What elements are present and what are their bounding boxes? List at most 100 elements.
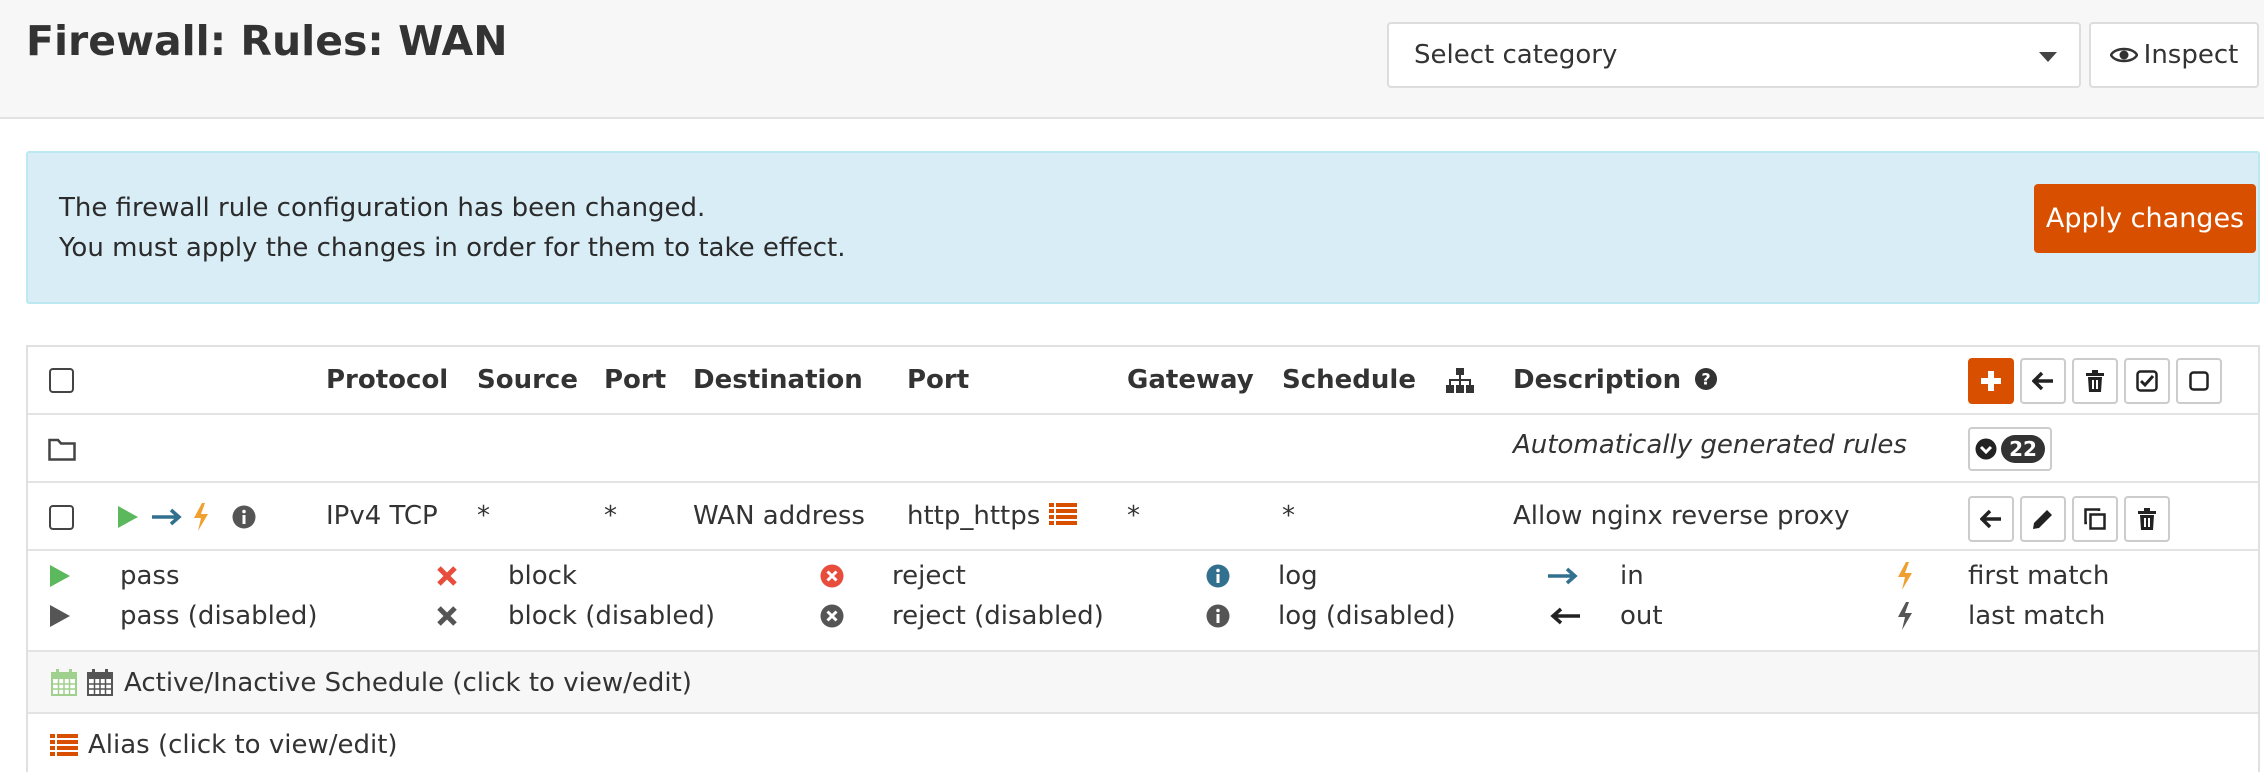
pencil-icon: [2033, 510, 2052, 529]
expand-auto-rules-button[interactable]: 22: [1968, 427, 2052, 471]
trash-icon: [2086, 370, 2104, 392]
changes-alert: The firewall rule configuration has been…: [26, 151, 2260, 304]
pass-disabled-icon: [50, 605, 70, 627]
folder-icon: [48, 438, 76, 461]
legend: pass pass (disabled) block block (disabl…: [28, 551, 2258, 652]
move-selected-button[interactable]: [2020, 358, 2066, 404]
check-square-icon: [2136, 370, 2158, 392]
arrow-left-icon: [2032, 371, 2053, 391]
col-schedule[interactable]: Schedule: [1282, 365, 1416, 395]
page-header: Firewall: Rules: WAN Select category Ins…: [0, 0, 2264, 119]
page-title: Firewall: Rules: WAN: [26, 17, 508, 65]
rule-protocol: IPv4 TCP: [326, 501, 438, 531]
legend-pass-disabled: pass (disabled): [48, 601, 318, 631]
sitemap-icon: [1446, 368, 1474, 393]
col-source-port[interactable]: Port: [604, 365, 666, 395]
rules-table: Protocol Source Port Destination Port Ga…: [26, 345, 2260, 772]
alert-message: The firewall rule configuration has been…: [59, 188, 846, 268]
log-disabled-icon: [1206, 604, 1230, 628]
legend-pass: pass: [48, 561, 180, 591]
legend-block-disabled: block (disabled): [436, 601, 715, 631]
col-description[interactable]: Description ?: [1513, 365, 1718, 395]
arrow-left-icon: [1980, 509, 2001, 529]
delete-rule-button[interactable]: [2124, 496, 2170, 542]
rule-gateway: *: [1127, 501, 1140, 531]
alert-line-2: You must apply the changes in order for …: [59, 233, 846, 263]
enable-selected-button[interactable]: [2124, 358, 2170, 404]
category-select[interactable]: Select category: [1387, 22, 2081, 88]
clone-rule-button[interactable]: [2072, 496, 2118, 542]
rule-checkbox[interactable]: [49, 505, 74, 530]
alias-list-icon: [50, 734, 78, 756]
col-source[interactable]: Source: [477, 365, 578, 395]
delete-selected-button[interactable]: [2072, 358, 2118, 404]
legend-first-match: first match: [1896, 561, 2109, 591]
legend-schedule: Active/Inactive Schedule (click to view/…: [50, 668, 692, 698]
legend-in: in: [1548, 561, 1644, 591]
inspect-label: Inspect: [2143, 40, 2239, 70]
add-rule-button[interactable]: [1968, 358, 2014, 404]
legend-alias-row: Alias (click to view/edit): [28, 714, 2258, 772]
block-icon: [437, 566, 457, 586]
auto-rules-count-badge: 22: [2001, 435, 2045, 463]
legend-reject: reject: [820, 561, 966, 591]
log-icon: [1206, 564, 1230, 588]
legend-log: log: [1206, 561, 1318, 591]
alias-list-icon[interactable]: [1048, 502, 1077, 526]
category-select-value: Select category: [1414, 40, 1618, 70]
reject-icon: [820, 564, 844, 588]
pass-icon: [50, 565, 70, 587]
last-match-icon: [1898, 602, 1912, 630]
first-match-icon: [194, 503, 208, 531]
move-rule-button[interactable]: [1968, 496, 2014, 542]
rule-source: *: [477, 501, 490, 531]
inspect-button[interactable]: Inspect: [2089, 22, 2259, 88]
col-dest-port[interactable]: Port: [907, 365, 969, 395]
legend-alias: Alias (click to view/edit): [50, 730, 398, 760]
edit-rule-button[interactable]: [2020, 496, 2066, 542]
eye-icon: [2109, 47, 2138, 63]
first-match-icon: [1898, 562, 1912, 590]
auto-rules-description: Automatically generated rules: [1513, 430, 1907, 460]
block-disabled-icon: [437, 606, 457, 626]
rule-dest-port-value: http_https: [907, 501, 1041, 531]
disable-selected-button[interactable]: [2176, 358, 2222, 404]
direction-in-icon: [1548, 567, 1578, 585]
pass-icon[interactable]: [116, 505, 140, 529]
col-destination[interactable]: Destination: [693, 365, 863, 395]
chevron-down-icon: [2039, 52, 2057, 62]
rule-schedule: *: [1282, 501, 1295, 531]
reject-disabled-icon: [820, 604, 844, 628]
info-icon[interactable]: [232, 505, 256, 529]
alert-line-1: The firewall rule configuration has been…: [59, 193, 706, 223]
select-all-checkbox[interactable]: [49, 368, 74, 393]
apply-changes-button[interactable]: Apply changes: [2034, 184, 2256, 253]
rule-destination: WAN address: [693, 501, 865, 531]
table-header-row: Protocol Source Port Destination Port Ga…: [28, 347, 2258, 415]
plus-icon: [1981, 371, 2001, 391]
trash-icon: [2138, 508, 2156, 530]
table-row: IPv4 TCP * * WAN address http_https * * …: [28, 483, 2258, 551]
legend-out: out: [1548, 601, 1663, 631]
rule-source-port: *: [604, 501, 617, 531]
col-description-label: Description: [1513, 365, 1682, 395]
legend-log-disabled: log (disabled): [1206, 601, 1456, 631]
chevron-circle-down-icon: [1975, 438, 1997, 460]
auto-rules-row[interactable]: Automatically generated rules 22: [28, 415, 2258, 483]
rule-dest-port[interactable]: http_https: [907, 501, 1077, 531]
calendar-active-icon: [51, 669, 77, 696]
rule-description: Allow nginx reverse proxy: [1513, 501, 1850, 531]
legend-block: block: [436, 561, 577, 591]
legend-last-match: last match: [1896, 601, 2105, 631]
svg-text:?: ?: [1702, 370, 1711, 389]
direction-out-icon: [1550, 607, 1580, 625]
help-icon[interactable]: ?: [1694, 367, 1718, 391]
direction-in-icon: [152, 508, 182, 526]
col-protocol[interactable]: Protocol: [326, 365, 448, 395]
clone-icon: [2084, 508, 2106, 530]
legend-schedule-row: Active/Inactive Schedule (click to view/…: [28, 652, 2258, 714]
calendar-inactive-icon: [87, 669, 113, 696]
square-icon: [2189, 371, 2209, 391]
legend-reject-disabled: reject (disabled): [820, 601, 1104, 631]
col-gateway[interactable]: Gateway: [1127, 365, 1254, 395]
